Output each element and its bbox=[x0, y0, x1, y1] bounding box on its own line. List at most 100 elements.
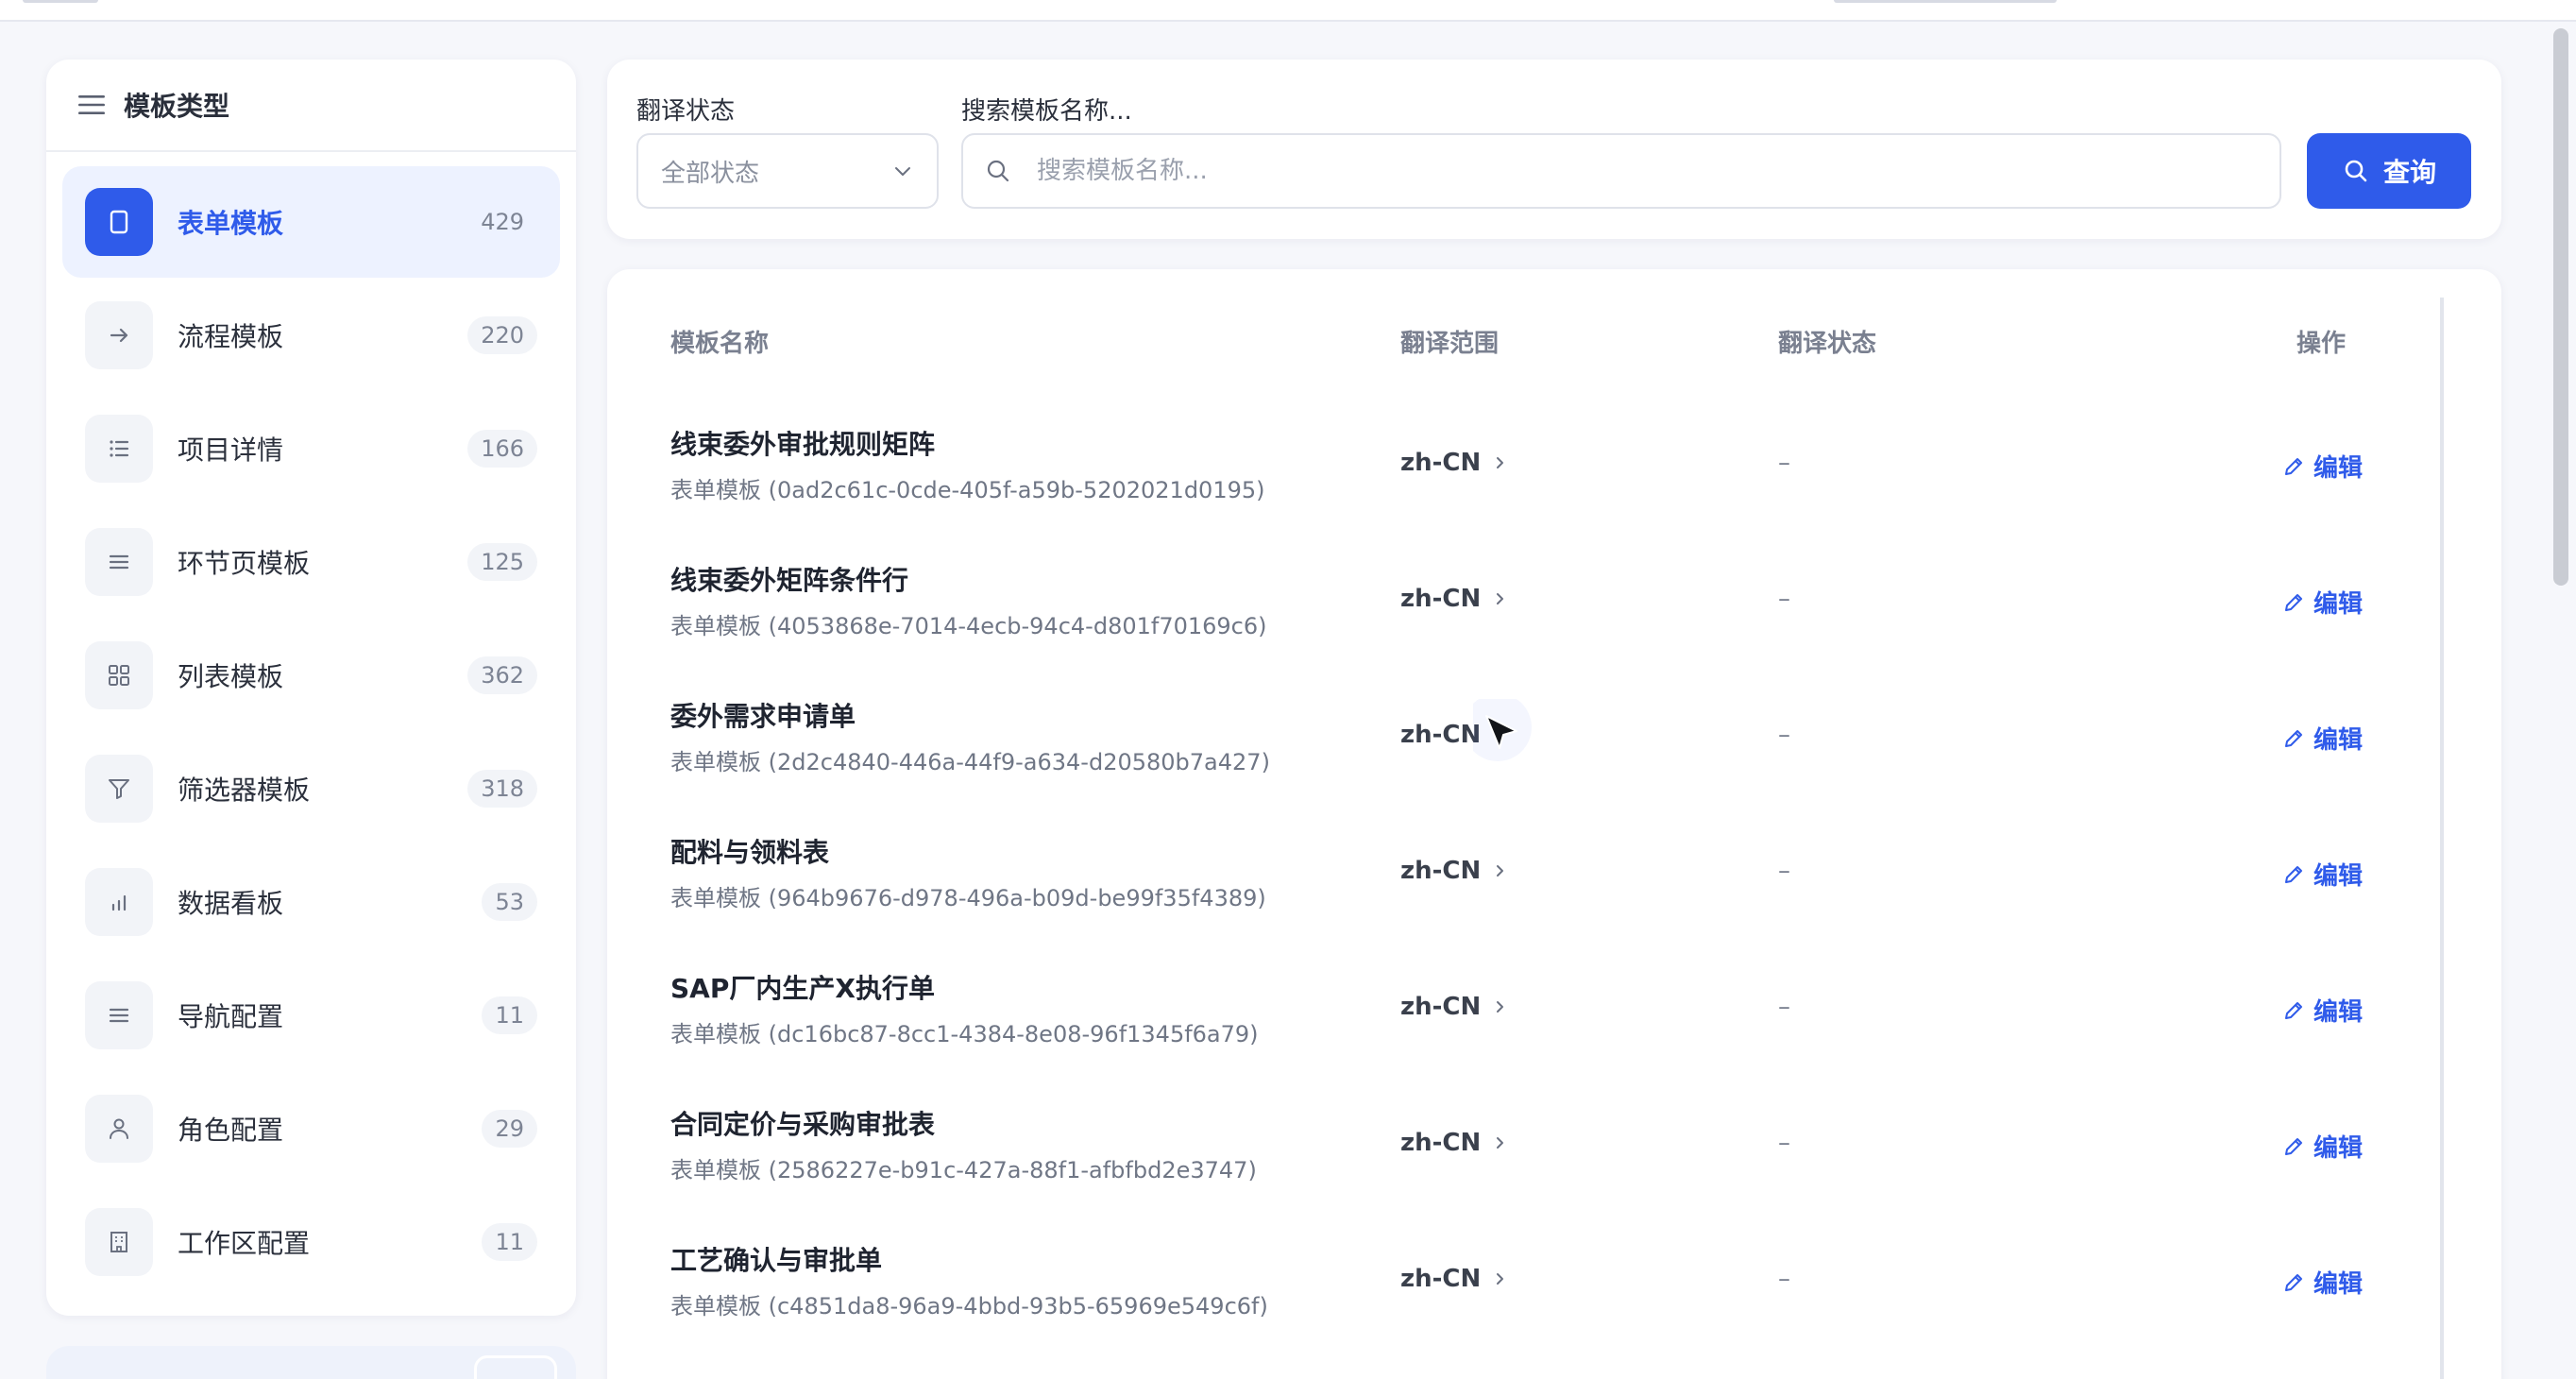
row-scope: zh-CN bbox=[1400, 585, 1482, 613]
row-edit-button[interactable]: 编辑 bbox=[2281, 1129, 2363, 1164]
table-header: 模板名称 翻译范围 翻译状态 操作 bbox=[607, 324, 2501, 362]
sidebar-item-label: 表单模板 bbox=[178, 208, 284, 239]
row-scope-link[interactable]: zh-CN bbox=[1400, 857, 1509, 885]
row-status: – bbox=[1778, 1129, 1790, 1157]
row-scope-link[interactable]: zh-CN bbox=[1400, 585, 1509, 613]
sidebar-item-stage-page-template[interactable]: 环节页模板 125 bbox=[62, 506, 560, 618]
row-template-name: 委外需求申请单 bbox=[670, 701, 856, 732]
top-bar-control-right[interactable] bbox=[1834, 0, 2057, 3]
pencil-icon bbox=[2285, 457, 2302, 475]
row-status: – bbox=[1778, 1265, 1790, 1293]
building-icon bbox=[85, 1208, 153, 1276]
row-template-name: 线束委外审批规则矩阵 bbox=[670, 429, 936, 460]
row-template-name: 配料与领料表 bbox=[670, 837, 830, 868]
column-header-action: 操作 bbox=[2296, 330, 2347, 358]
sidebar-item-label: 筛选器模板 bbox=[178, 775, 311, 806]
search-label: 搜索模板名称... bbox=[961, 97, 1132, 126]
row-scope: zh-CN bbox=[1400, 449, 1482, 477]
sidebar-item-list-template[interactable]: 列表模板 362 bbox=[62, 620, 560, 731]
row-edit-button[interactable]: 编辑 bbox=[2281, 993, 2363, 1028]
top-bar-control-left[interactable] bbox=[23, 0, 98, 3]
row-edit-button[interactable]: 编辑 bbox=[2281, 449, 2363, 484]
chevron-right-icon bbox=[1497, 1001, 1504, 1013]
chevron-right-icon bbox=[1497, 1137, 1504, 1149]
row-scope-link[interactable]: zh-CN bbox=[1400, 1265, 1509, 1293]
sidebar-item-count: 318 bbox=[467, 770, 537, 808]
row-status: – bbox=[1778, 721, 1790, 749]
sidebar-item-workspace-config[interactable]: 工作区配置 11 bbox=[62, 1186, 560, 1298]
row-scope: zh-CN bbox=[1400, 857, 1482, 885]
chevron-right-icon bbox=[1497, 457, 1504, 468]
table-scrollbar[interactable] bbox=[2440, 298, 2444, 1379]
status-select[interactable]: 全部状态 bbox=[636, 133, 939, 209]
row-edit-label: 编辑 bbox=[2313, 454, 2364, 483]
sidebar-item-label: 流程模板 bbox=[178, 321, 284, 352]
page-scrollbar[interactable] bbox=[2553, 28, 2568, 586]
row-template-id: 表单模板 (0ad2c61c-0cde-405f-a59b-5202021d01… bbox=[670, 477, 1265, 503]
row-edit-button[interactable]: 编辑 bbox=[2281, 1265, 2363, 1300]
column-header-name: 模板名称 bbox=[670, 330, 770, 358]
sidebar-item-filter-template[interactable]: 筛选器模板 318 bbox=[62, 733, 560, 844]
row-status: – bbox=[1778, 993, 1790, 1021]
sidebar-bottom-panel bbox=[46, 1346, 576, 1379]
row-edit-label: 编辑 bbox=[2313, 862, 2364, 891]
row-scope-link[interactable]: zh-CN bbox=[1400, 993, 1509, 1021]
row-status: – bbox=[1778, 449, 1790, 477]
form-icon bbox=[85, 188, 153, 256]
sidebar-list: 表单模板 429 流程模板 220 项目详情 166 环节页模板 125 列表模… bbox=[46, 152, 576, 1314]
sidebar-item-label: 角色配置 bbox=[178, 1115, 284, 1146]
row-template-name: 工艺确认与审批单 bbox=[670, 1245, 883, 1276]
sidebar-item-count: 362 bbox=[467, 656, 537, 694]
sidebar-title: 模板类型 bbox=[124, 91, 230, 122]
row-scope: zh-CN bbox=[1400, 1265, 1482, 1293]
row-scope-link[interactable]: zh-CN bbox=[1400, 721, 1509, 749]
search-input[interactable] bbox=[1037, 157, 2279, 185]
pencil-icon bbox=[2285, 593, 2302, 611]
row-scope-link[interactable]: zh-CN bbox=[1400, 1129, 1509, 1157]
status-filter-label: 翻译状态 bbox=[636, 97, 736, 126]
row-scope-link[interactable]: zh-CN bbox=[1400, 449, 1509, 477]
template-table: 模板名称 翻译范围 翻译状态 操作 线束委外审批规则矩阵 表单模板 (0ad2c… bbox=[607, 269, 2501, 1379]
row-edit-button[interactable]: 编辑 bbox=[2281, 721, 2363, 756]
row-template-name: 线束委外矩阵条件行 bbox=[670, 565, 909, 596]
row-scope: zh-CN bbox=[1400, 1129, 1482, 1157]
sidebar-item-label: 导航配置 bbox=[178, 1001, 284, 1032]
table-row: 线束委外矩阵条件行 表单模板 (4053868e-7014-4ecb-94c4-… bbox=[607, 547, 2430, 683]
sidebar-item-form-template[interactable]: 表单模板 429 bbox=[62, 166, 560, 278]
sidebar-item-nav-config[interactable]: 导航配置 11 bbox=[62, 960, 560, 1071]
row-scope: zh-CN bbox=[1400, 993, 1482, 1021]
sidebar-item-project-detail[interactable]: 项目详情 166 bbox=[62, 393, 560, 504]
sidebar-item-flow-template[interactable]: 流程模板 220 bbox=[62, 280, 560, 391]
sidebar-item-count: 11 bbox=[482, 996, 537, 1034]
chevron-right-icon bbox=[1497, 593, 1504, 604]
sidebar-item-count: 11 bbox=[482, 1223, 537, 1261]
table-row: 配料与领料表 表单模板 (964b9676-d978-496a-b09d-be9… bbox=[607, 819, 2430, 955]
row-template-id: 表单模板 (4053868e-7014-4ecb-94c4-d801f70169… bbox=[670, 613, 1267, 639]
search-box[interactable] bbox=[961, 133, 2281, 209]
row-edit-label: 编辑 bbox=[2313, 590, 2364, 619]
row-template-id: 表单模板 (2586227e-b91c-427a-88f1-afbfbd2e37… bbox=[670, 1157, 1257, 1183]
search-icon bbox=[2345, 160, 2367, 182]
table-row: 工艺确认与审批单 表单模板 (c4851da8-96a9-4bbd-93b5-6… bbox=[607, 1227, 2430, 1363]
query-button[interactable]: 查询 bbox=[2307, 133, 2471, 209]
sidebar-item-label: 项目详情 bbox=[178, 434, 284, 466]
row-edit-button[interactable]: 编辑 bbox=[2281, 585, 2363, 620]
pencil-icon bbox=[2285, 729, 2302, 747]
table-row: 委外需求申请单 表单模板 (2d2c4840-446a-44f9-a634-d2… bbox=[607, 683, 2430, 819]
sidebar-header: 模板类型 bbox=[46, 60, 576, 152]
sidebar-item-role-config[interactable]: 角色配置 29 bbox=[62, 1073, 560, 1184]
row-edit-label: 编辑 bbox=[2313, 1134, 2364, 1163]
sidebar-item-count: 166 bbox=[467, 430, 537, 468]
row-edit-button[interactable]: 编辑 bbox=[2281, 857, 2363, 892]
row-edit-label: 编辑 bbox=[2313, 998, 2364, 1027]
sidebar-item-count: 220 bbox=[467, 316, 537, 354]
chevron-right-icon bbox=[1497, 865, 1504, 877]
search-icon bbox=[987, 160, 1009, 182]
menu-lines-icon bbox=[85, 528, 153, 596]
table-row: 合同定价与采购审批表 表单模板 (2586227e-b91c-427a-88f1… bbox=[607, 1091, 2430, 1227]
chevron-right-icon bbox=[1497, 1273, 1504, 1285]
sidebar-bottom-control[interactable] bbox=[474, 1355, 557, 1379]
sidebar-item-count: 429 bbox=[481, 209, 524, 235]
row-status: – bbox=[1778, 585, 1790, 613]
sidebar-item-data-dashboard[interactable]: 数据看板 53 bbox=[62, 846, 560, 958]
